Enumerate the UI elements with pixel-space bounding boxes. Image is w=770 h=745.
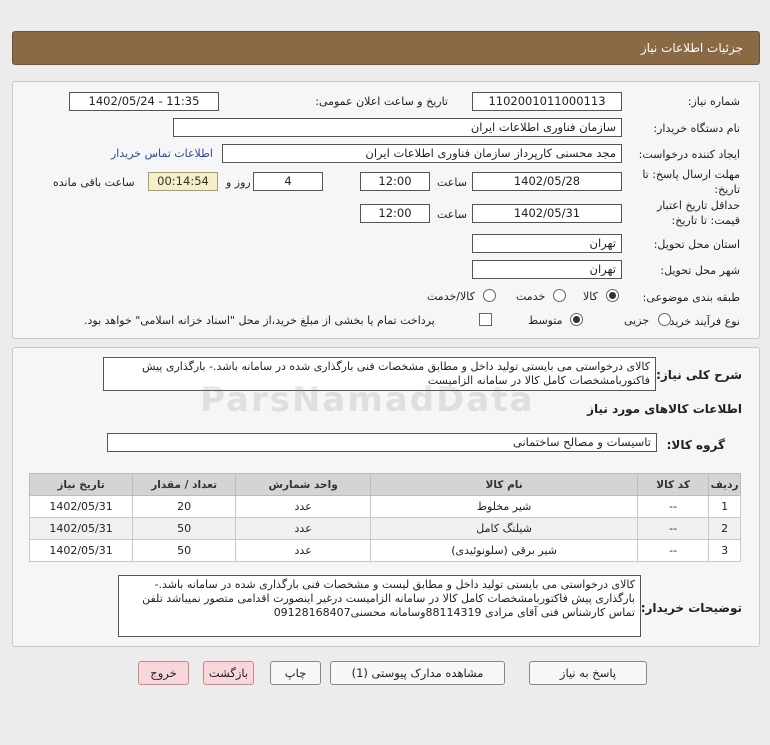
- category-radio-goods[interactable]: [606, 289, 619, 302]
- page-title: جزئیات اطلاعات نیاز: [640, 41, 743, 55]
- cell-row-number: 2: [708, 517, 741, 540]
- need-summary-field: کالای درخواستی می بایستی تولید داخل و مط…: [103, 357, 656, 391]
- buyer-notes-label: توضیحات خریدار:: [640, 601, 742, 615]
- goods-table-header: ردیف کد کالا نام کالا واحد شمارش تعداد /…: [28, 473, 741, 496]
- buyer-notes-field: کالای درخواستی می بایستی تولید داخل و مط…: [118, 575, 641, 637]
- cell-unit: عدد: [235, 539, 372, 562]
- cell-unit: عدد: [235, 517, 372, 540]
- cell-goods-code: --: [637, 517, 710, 540]
- back-button[interactable]: بازگشت: [203, 661, 254, 685]
- col-row-number: ردیف: [708, 473, 741, 496]
- treasury-payment-checkbox[interactable]: [479, 313, 492, 326]
- col-goods-name: نام کالا: [370, 473, 639, 496]
- cell-need-date: 1402/05/31: [28, 495, 134, 518]
- process-radio-medium[interactable]: [570, 313, 583, 326]
- cell-need-date: 1402/05/31: [28, 539, 134, 562]
- cell-quantity: 50: [132, 517, 237, 540]
- reply-deadline-label: مهلت ارسال پاسخ: تا: [642, 168, 740, 181]
- remaining-time-field: 00:14:54: [148, 172, 218, 191]
- category-label: طبقه بندی موضوعی:: [642, 291, 740, 304]
- validity-time-field: 12:00: [360, 204, 430, 223]
- process-label: نوع فرآیند خرید :: [662, 315, 740, 328]
- reply-time-label: ساعت: [437, 176, 467, 189]
- goods-table: ردیف کد کالا نام کالا واحد شمارش تعداد /…: [28, 473, 741, 562]
- goods-group-field: تاسیسات و مصالح ساختمانی: [107, 433, 657, 452]
- reply-deadline-label-2: تاریخ:: [714, 183, 740, 196]
- province-field: تهران: [472, 234, 622, 253]
- process-option-medium: متوسط: [528, 314, 563, 327]
- cell-unit: عدد: [235, 495, 372, 518]
- need-number-field: 1102001011000113: [472, 92, 622, 111]
- cell-quantity: 20: [132, 495, 237, 518]
- cell-row-number: 1: [708, 495, 741, 518]
- cell-quantity: 50: [132, 539, 237, 562]
- process-option-minor: جزیی: [624, 314, 650, 327]
- view-attachments-button[interactable]: مشاهده مدارک پیوستی (1): [330, 661, 505, 685]
- remaining-label: ساعت باقی مانده: [53, 176, 135, 189]
- category-option-goods-service: کالا/خدمت: [427, 290, 475, 303]
- exit-button[interactable]: خروج: [138, 661, 189, 685]
- buyer-org-field: سازمان فناوری اطلاعات ایران: [173, 118, 622, 137]
- col-goods-code: کد کالا: [637, 473, 710, 496]
- reply-time-field: 12:00: [360, 172, 430, 191]
- process-radio-minor[interactable]: [658, 313, 671, 326]
- cell-goods-name: شیلنگ کامل: [370, 517, 639, 540]
- buyer-org-label: نام دستگاه خریدار:: [653, 122, 740, 135]
- category-radio-goods-service[interactable]: [483, 289, 496, 302]
- need-number-label: شماره نیاز:: [687, 95, 740, 108]
- validity-label-2: قیمت: تا تاریخ:: [671, 214, 740, 227]
- days-field: 4: [253, 172, 323, 191]
- announce-datetime-field: 1402/05/24 - 11:35: [69, 92, 219, 111]
- cell-need-date: 1402/05/31: [28, 517, 134, 540]
- cell-row-number: 3: [708, 539, 741, 562]
- province-label: استان محل تحویل:: [653, 238, 740, 251]
- buyer-contact-link[interactable]: اطلاعات تماس خریدار: [111, 147, 213, 160]
- goods-info-title: اطلاعات کالاهای مورد نیاز: [587, 402, 742, 416]
- creator-label: ایجاد کننده درخواست:: [638, 148, 740, 161]
- table-row: 1 -- شیر مخلوط عدد 20 1402/05/31: [28, 495, 741, 518]
- creator-field: مجد محسنی کارپرداز سازمان فناوری اطلاعات…: [222, 144, 622, 163]
- cell-goods-code: --: [637, 495, 710, 518]
- table-row: 2 -- شیلنگ کامل عدد 50 1402/05/31: [28, 517, 741, 540]
- validity-date-field: 1402/05/31: [472, 204, 622, 223]
- cell-goods-name: شیر مخلوط: [370, 495, 639, 518]
- reply-date-field: 1402/05/28: [472, 172, 622, 191]
- need-summary-label: شرح کلی نیاز:: [656, 368, 742, 382]
- category-option-service: خدمت: [516, 290, 546, 303]
- page-title-bar: جزئیات اطلاعات نیاز: [12, 31, 760, 65]
- announce-label: تاریخ و ساعت اعلان عمومی:: [315, 95, 448, 108]
- days-label: روز و: [226, 176, 251, 189]
- col-quantity: تعداد / مقدار: [132, 473, 237, 496]
- city-field: تهران: [472, 260, 622, 279]
- category-option-goods: کالا: [583, 290, 598, 303]
- category-radio-service[interactable]: [553, 289, 566, 302]
- cell-goods-name: شیر برقی (سلونوئیدی): [370, 539, 639, 562]
- city-label: شهر محل تحویل:: [660, 264, 740, 277]
- print-button[interactable]: چاپ: [270, 661, 321, 685]
- col-need-date: تاریخ نیاز: [28, 473, 134, 496]
- table-row: 3 -- شیر برقی (سلونوئیدی) عدد 50 1402/05…: [28, 539, 741, 562]
- validity-time-label: ساعت: [437, 208, 467, 221]
- goods-group-label: گروه کالا:: [666, 438, 725, 452]
- validity-label: حداقل تاریخ اعتبار: [656, 199, 740, 212]
- payment-note: پرداخت تمام یا بخشی از مبلغ خرید،از محل …: [84, 314, 435, 327]
- col-unit: واحد شمارش: [235, 473, 372, 496]
- reply-button[interactable]: پاسخ به نیاز: [529, 661, 647, 685]
- cell-goods-code: --: [637, 539, 710, 562]
